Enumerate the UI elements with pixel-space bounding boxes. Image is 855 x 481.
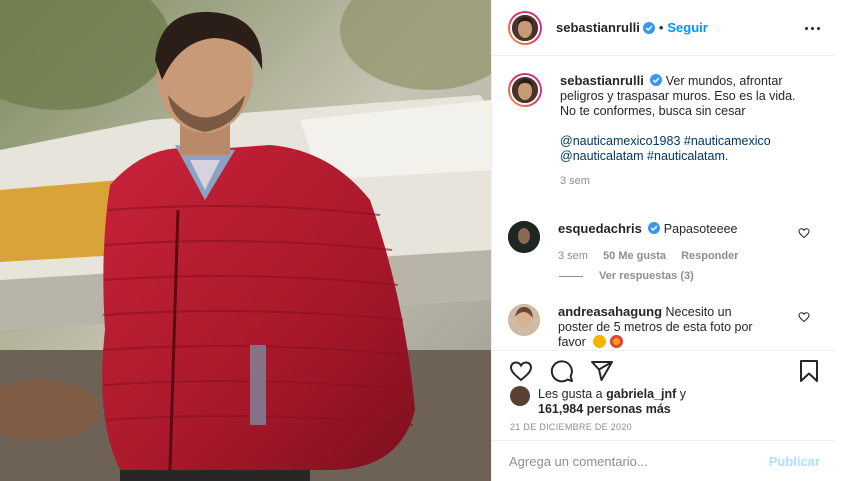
caption-meta: 3 sem (560, 174, 820, 189)
post-date: 21 DE DICIEMBRE DE 2020 (510, 422, 632, 432)
heart-eyes-emoji-icon (610, 335, 624, 348)
comment-time: 3 sem (558, 250, 588, 262)
view-replies-button[interactable]: Ver respuestas (3) (559, 270, 694, 282)
comment-username[interactable]: andreasahagung (558, 304, 662, 319)
likes-prefix: Les gusta a (538, 387, 603, 401)
avatar[interactable] (508, 10, 542, 45)
caption-text-line2: No te conformes, busca sin cesar (560, 104, 746, 118)
commenter-avatar[interactable] (508, 304, 540, 336)
comment-text: Papasoteeee (663, 222, 738, 236)
caption-username[interactable]: sebastianrulli (560, 73, 644, 88)
post-username[interactable]: sebastianrulli (556, 20, 640, 35)
comment-input-area: Agrega un comentario... Publicar (492, 440, 836, 481)
comment-username[interactable]: esquedachris (558, 221, 642, 236)
share-icon[interactable] (590, 359, 614, 383)
comment-input[interactable]: Agrega un comentario... (509, 454, 769, 469)
comment-meta: 3 sem 50 Me gusta Responder (558, 249, 751, 264)
verified-icon (650, 74, 663, 86)
post-header: sebastianrulli • Seguir (492, 0, 836, 56)
comment-likes[interactable]: 50 Me gusta (603, 250, 666, 262)
caption-time: 3 sem (560, 175, 590, 187)
man-in-red-jacket-photo (0, 0, 491, 481)
view-replies-label: Ver respuestas (3) (599, 270, 694, 282)
caption-avatar[interactable] (508, 73, 542, 107)
comment-item: andreasahagung Necesito un poster de 5 m… (508, 304, 820, 349)
publish-button[interactable]: Publicar (769, 454, 820, 469)
page-margin (835, 0, 855, 481)
comment-item: esquedachris Papasoteeee 3 sem 50 Me gus… (508, 221, 820, 264)
verified-icon (642, 21, 655, 34)
liker-username[interactable]: gabriela_jnf (606, 387, 676, 401)
likes-summary: Les gusta a gabriela_jnf y 161,984 perso… (510, 386, 738, 417)
bookmark-icon[interactable] (797, 359, 821, 383)
heart-icon[interactable] (509, 359, 533, 383)
avatar-image (510, 12, 540, 43)
post-actions: Les gusta a gabriela_jnf y 161,984 perso… (492, 350, 836, 440)
comments-section: sebastianrulli Ver mundos, afrontar peli… (492, 57, 836, 349)
likes-conj: y (679, 387, 687, 401)
comment-icon[interactable] (550, 359, 574, 383)
commenter-avatar[interactable] (508, 221, 540, 253)
caption-tags[interactable]: @nauticamexico1983 #nauticamexico @nauti… (560, 134, 771, 163)
liker-avatar[interactable] (510, 386, 530, 406)
likes-count[interactable]: 161,984 personas más (538, 402, 671, 416)
reply-button[interactable]: Responder (681, 250, 738, 262)
post-side-panel: sebastianrulli • Seguir sebastianrulli V… (491, 0, 836, 481)
follow-button[interactable]: Seguir (667, 20, 707, 35)
emoji-icon (593, 335, 607, 348)
post-photo[interactable] (0, 0, 491, 481)
caption: sebastianrulli Ver mundos, afrontar peli… (508, 73, 820, 189)
more-icon[interactable] (802, 18, 822, 38)
separator-dot: • (658, 20, 664, 35)
heart-icon[interactable] (798, 311, 810, 323)
verified-icon (648, 222, 661, 234)
heart-icon[interactable] (798, 227, 810, 239)
